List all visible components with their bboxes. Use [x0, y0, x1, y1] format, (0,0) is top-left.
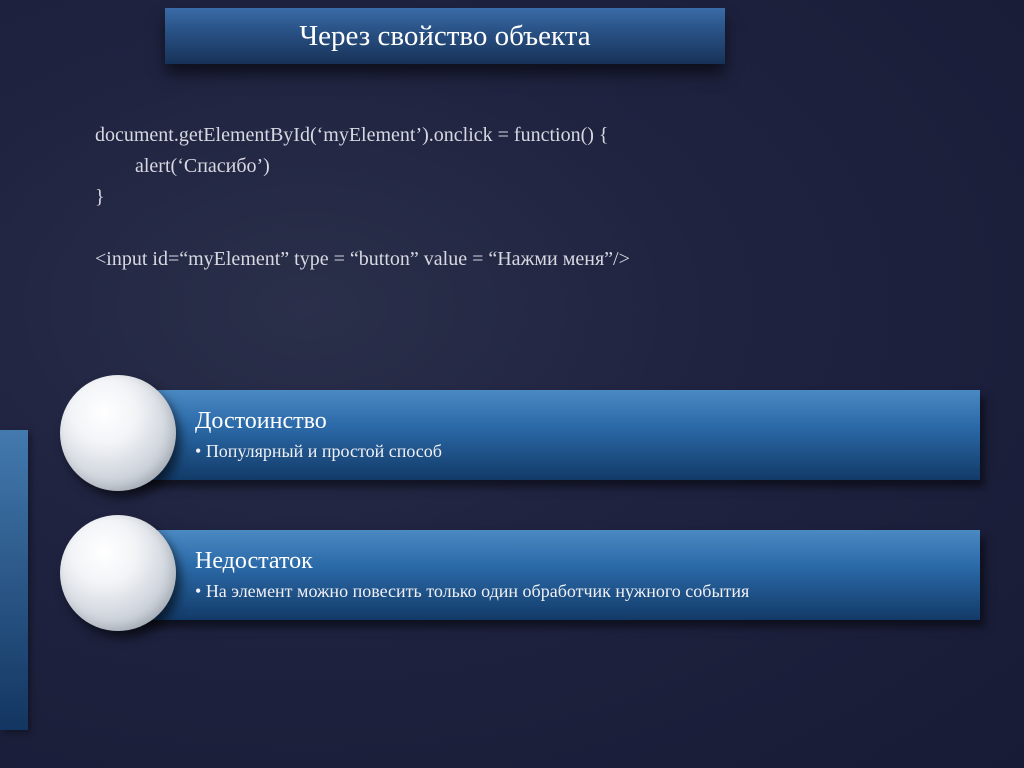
sphere-icon	[60, 375, 176, 491]
slide-title-box: Через свойство объекта	[165, 8, 725, 64]
disadvantage-banner: Недостаток На элемент можно повесить тол…	[115, 530, 980, 620]
banner-body: Достоинство Популярный и простой способ	[115, 390, 980, 480]
banner-bullet: На элемент можно повесить только один об…	[195, 581, 980, 602]
advantage-banner: Достоинство Популярный и простой способ	[115, 390, 980, 480]
decorative-left-stripe	[0, 430, 28, 730]
banner-heading: Достоинство	[195, 408, 980, 435]
slide-title: Через свойство объекта	[299, 20, 590, 53]
code-snippet: document.getElementById(‘myElement’).onc…	[95, 120, 630, 275]
banner-heading: Недостаток	[195, 548, 980, 575]
banner-body: Недостаток На элемент можно повесить тол…	[115, 530, 980, 620]
sphere-icon	[60, 515, 176, 631]
banner-bullet: Популярный и простой способ	[195, 441, 980, 462]
